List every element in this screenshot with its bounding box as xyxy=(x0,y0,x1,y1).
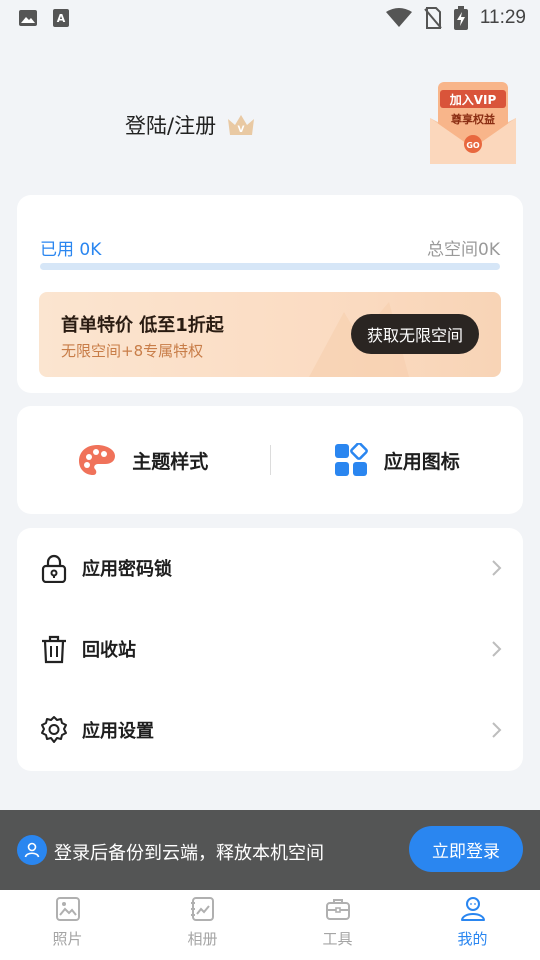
nav-label-albums: 相册 xyxy=(187,930,218,948)
settings-list: 应用密码锁 回收站 应用设置 xyxy=(17,528,523,771)
theme-style-label: 主题样式 xyxy=(132,450,209,473)
used-space-label: 已用 0K xyxy=(40,240,102,260)
app-grid-icon xyxy=(334,443,368,476)
storage-progress-bar xyxy=(40,263,500,270)
nav-label-tools: 工具 xyxy=(322,930,353,948)
nav-label-mine: 我的 xyxy=(457,930,488,948)
app-settings-item[interactable]: 应用设置 xyxy=(17,690,523,770)
vip-line2: 尊享权益 xyxy=(451,112,495,126)
palette-icon xyxy=(79,445,116,475)
recycle-bin-label: 回收站 xyxy=(82,640,136,661)
login-register-link[interactable]: 登陆/注册 V xyxy=(125,110,256,140)
login-backup-banner: 登录后备份到云端，释放本机空间 立即登录 xyxy=(0,810,540,890)
profile-icon xyxy=(460,897,485,921)
trash-icon xyxy=(42,635,66,664)
total-space-label: 总空间0K xyxy=(427,240,500,260)
toolbox-icon xyxy=(325,899,350,920)
login-register-label: 登陆/注册 xyxy=(125,114,217,138)
nav-tab-albums[interactable]: 相册 xyxy=(135,890,270,960)
promo-title: 首单特价 低至1折起 xyxy=(61,315,224,336)
battery-charging-icon xyxy=(453,6,468,30)
login-now-button[interactable]: 立即登录 xyxy=(409,826,523,872)
gear-icon xyxy=(41,716,67,743)
vip-envelope-icon: 加入VIP 尊享权益 GO xyxy=(430,82,516,164)
wifi-icon xyxy=(385,8,412,27)
gallery-notification-icon xyxy=(19,10,37,26)
album-icon xyxy=(190,897,214,921)
storage-card: 已用 0K 总空间0K 首单特价 低至1折起 无限空间+8专属特权 获取无限空间 xyxy=(17,195,523,393)
app-settings-label: 应用设置 xyxy=(82,721,154,742)
nav-tab-tools[interactable]: 工具 xyxy=(270,890,405,960)
quick-actions-card: 主题样式 应用图标 xyxy=(17,406,523,514)
vip-line1: 加入VIP xyxy=(449,92,497,107)
status-time: 11:29 xyxy=(479,7,526,28)
chevron-right-icon xyxy=(492,560,502,576)
app-icon-button[interactable]: 应用图标 xyxy=(271,406,524,514)
nav-tab-photos[interactable]: 照片 xyxy=(0,890,135,960)
text-notification-icon: A xyxy=(53,9,69,27)
promo-banner[interactable]: 首单特价 低至1折起 无限空间+8专属特权 获取无限空间 xyxy=(39,292,501,377)
vip-go: GO xyxy=(466,141,480,150)
nav-tab-mine[interactable]: 我的 xyxy=(405,890,540,960)
app-lock-label: 应用密码锁 xyxy=(82,559,172,580)
bottom-navigation: 照片 相册 工具 我的 xyxy=(0,890,540,960)
svg-text:V: V xyxy=(238,125,245,135)
status-bar: A 11:29 xyxy=(0,0,540,36)
banner-message: 登录后备份到云端，释放本机空间 xyxy=(54,843,324,864)
promo-subtitle: 无限空间+8专属特权 xyxy=(61,342,204,360)
svg-text:A: A xyxy=(57,12,66,25)
user-avatar-icon xyxy=(17,835,47,865)
nav-label-photos: 照片 xyxy=(52,930,83,948)
app-icon-label: 应用图标 xyxy=(383,450,460,473)
theme-style-button[interactable]: 主题样式 xyxy=(17,406,270,514)
lock-icon xyxy=(41,554,67,583)
chevron-right-icon xyxy=(492,722,502,738)
recycle-bin-item[interactable]: 回收站 xyxy=(17,609,523,689)
crown-icon: V xyxy=(228,115,255,135)
photo-icon xyxy=(55,897,80,921)
no-sim-icon xyxy=(424,7,442,29)
app-lock-item[interactable]: 应用密码锁 xyxy=(17,528,523,608)
get-unlimited-space-button[interactable]: 获取无限空间 xyxy=(351,314,479,354)
vip-promo-badge[interactable]: 加入VIP 尊享权益 GO xyxy=(428,78,518,166)
chevron-right-icon xyxy=(492,641,502,657)
